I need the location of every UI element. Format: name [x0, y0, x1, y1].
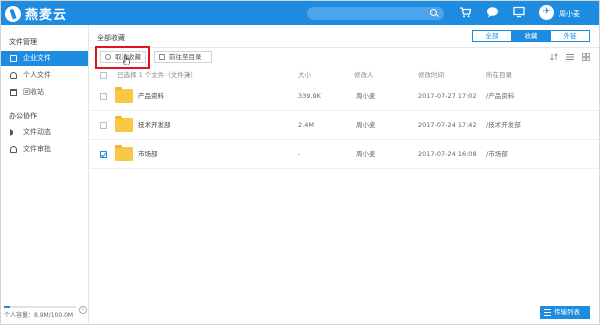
sidebar-item-label: 文件动态	[23, 128, 51, 136]
transfer-list-button[interactable]: 传输列表	[540, 306, 590, 319]
sidebar-item-personal-files[interactable]: 个人文件	[1, 68, 88, 83]
trash-icon	[10, 89, 17, 96]
brand-name: 燕麦云	[25, 8, 68, 23]
tab-favorites[interactable]: 收藏	[511, 30, 551, 42]
breadcrumb[interactable]: 全部收藏	[97, 33, 125, 43]
divider	[90, 47, 599, 48]
grid-view-icon[interactable]	[582, 53, 590, 61]
sort-icon[interactable]	[550, 53, 558, 61]
cart-icon[interactable]	[459, 6, 472, 21]
section-title-office-collaboration: 办公协作	[9, 112, 37, 120]
quota-bar	[4, 306, 76, 308]
transfer-list-label: 传输列表	[554, 308, 580, 316]
file-size: 2.4M	[298, 121, 314, 129]
sidebar-item-label: 文件审批	[23, 145, 51, 153]
user-avatar[interactable]: ✈	[539, 5, 554, 20]
open-directory-label: 前往至目录	[169, 53, 202, 61]
list-view-icon[interactable]	[566, 53, 574, 61]
file-name[interactable]: 产品资料	[138, 82, 164, 111]
file-modifier: 周小麦	[356, 121, 376, 129]
table-row[interactable]: 市场部 - 周小麦 2017-07-24 16:08 /市场部	[90, 140, 599, 169]
row-checkbox[interactable]	[100, 93, 107, 100]
file-location[interactable]: /技术开发部	[486, 111, 521, 140]
external-link-icon	[159, 54, 165, 60]
header-size[interactable]: 大小	[298, 69, 311, 82]
file-modified-time: 2017-07-24 17:42	[418, 121, 477, 129]
top-bar: 燕麦云 ✈ 周小麦	[1, 1, 599, 25]
section-title-file-management: 文件管理	[9, 38, 37, 46]
folder-icon	[115, 87, 133, 103]
person-icon	[10, 72, 17, 79]
tab-external-links[interactable]: 外链	[550, 30, 590, 42]
chat-icon[interactable]	[486, 6, 499, 21]
logo-icon	[5, 5, 21, 22]
sidebar-item-label: 企业文件	[23, 54, 51, 62]
sidebar-item-file-approval[interactable]: 文件审批	[1, 142, 88, 157]
sidebar-item-label: 个人文件	[23, 71, 51, 79]
search-icon[interactable]	[430, 9, 437, 16]
file-modifier: 周小麦	[356, 150, 376, 158]
list-icon	[544, 309, 551, 316]
sidebar-item-label: 回收站	[23, 88, 44, 96]
sidebar-item-enterprise-files[interactable]: 企业文件	[1, 51, 88, 66]
folder-icon	[115, 116, 133, 132]
quota-bar-fill	[4, 306, 11, 308]
open-directory-button[interactable]: 前往至目录	[154, 51, 212, 63]
table-row[interactable]: 产品资料 339.9K 周小麦 2017-07-27 17:02 /产品资料	[90, 82, 599, 111]
file-modifier: 周小麦	[356, 92, 376, 100]
row-checkbox[interactable]	[100, 151, 107, 158]
folder-icon	[115, 145, 133, 161]
main-panel: 全部收藏 全部 收藏 外链 取消收藏 前往至目录 已选择 1 个文件（文件夹） …	[90, 25, 599, 324]
user-name[interactable]: 周小麦	[559, 9, 580, 19]
select-all-checkbox[interactable]	[100, 72, 107, 79]
sort-caret-icon[interactable]: ▾	[187, 69, 190, 82]
file-size: -	[298, 150, 301, 158]
file-size: 339.9K	[298, 92, 321, 100]
sidebar-item-file-activity[interactable]: 文件动态	[1, 125, 88, 140]
folder-icon	[10, 55, 17, 62]
filter-tabs: 全部 收藏 外链	[472, 30, 590, 42]
file-location[interactable]: /市场部	[486, 140, 508, 169]
tab-all[interactable]: 全部	[472, 30, 512, 42]
header-location[interactable]: 所在目录	[486, 69, 512, 82]
file-name[interactable]: 市场部	[138, 140, 158, 169]
table-row[interactable]: 技术开发部 2.4M 周小麦 2017-07-24 17:42 /技术开发部	[90, 111, 599, 140]
file-name[interactable]: 技术开发部	[138, 111, 171, 140]
file-modified-time: 2017-07-27 17:02	[418, 92, 477, 100]
row-checkbox[interactable]	[100, 122, 107, 129]
hand-cursor-icon	[123, 55, 130, 65]
app-window: 燕麦云 ✈ 周小麦 文件管理 企业文件 个人文件 回收站 办公协作 文件动态 文…	[0, 0, 600, 325]
file-location[interactable]: /产品资料	[486, 82, 514, 111]
file-modified-time: 2017-07-24 16:08	[418, 150, 477, 158]
table-header: 已选择 1 个文件（文件夹） ▾ 大小 修改人 修改时间 所在目录	[90, 69, 599, 82]
sidebar: 文件管理 企业文件 个人文件 回收站 办公协作 文件动态 文件审批 个人容量：8…	[1, 25, 89, 324]
speaker-icon	[10, 129, 16, 136]
header-name[interactable]: 已选择 1 个文件（文件夹）	[117, 69, 197, 82]
collapse-sidebar-button[interactable]: ‹	[79, 306, 87, 314]
sidebar-item-recycle-bin[interactable]: 回收站	[1, 85, 88, 100]
header-modified-time[interactable]: 修改时间	[418, 69, 444, 82]
person-icon	[10, 146, 17, 153]
logo[interactable]: 燕麦云	[5, 4, 67, 23]
monitor-icon[interactable]	[513, 6, 525, 21]
file-table: 已选择 1 个文件（文件夹） ▾ 大小 修改人 修改时间 所在目录 产品资料 3…	[90, 69, 599, 169]
search-input[interactable]	[307, 7, 444, 20]
header-modifier[interactable]: 修改人	[354, 69, 374, 82]
quota-text: 个人容量：8.9M/100.0M	[4, 312, 74, 319]
